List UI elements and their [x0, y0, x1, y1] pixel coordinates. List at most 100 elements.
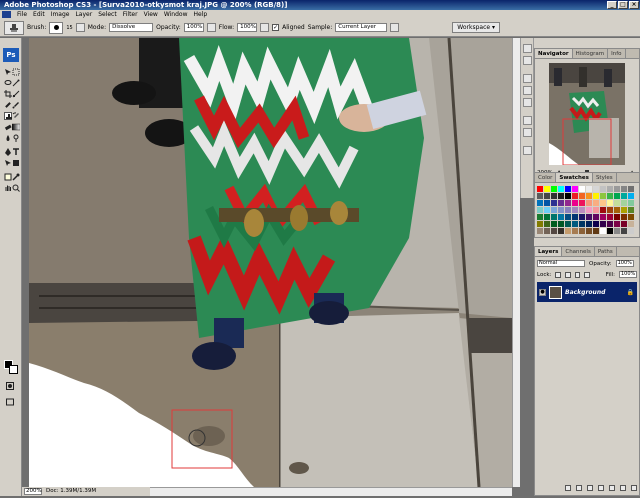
- color-swatch[interactable]: [558, 193, 564, 199]
- color-swatch[interactable]: [607, 193, 613, 199]
- lock-all-icon[interactable]: [584, 271, 590, 278]
- color-swatch[interactable]: [607, 186, 613, 192]
- tab-info[interactable]: Info: [608, 49, 626, 58]
- color-swatch[interactable]: [558, 221, 564, 227]
- color-swatch[interactable]: [600, 221, 606, 227]
- color-swatch[interactable]: [558, 214, 564, 220]
- color-swatch[interactable]: [572, 214, 578, 220]
- blend-mode-select[interactable]: Normal: [537, 260, 585, 267]
- color-swatch[interactable]: [607, 228, 613, 234]
- gradient-tool-icon[interactable]: [12, 123, 20, 131]
- layer-row-background[interactable]: ● Background 🔒: [537, 282, 637, 302]
- color-swatch[interactable]: [628, 214, 634, 220]
- color-swatch[interactable]: [551, 221, 557, 227]
- color-swatch[interactable]: [565, 221, 571, 227]
- color-swatch[interactable]: [565, 228, 571, 234]
- color-swatch[interactable]: [565, 214, 571, 220]
- color-swatch[interactable]: [586, 228, 592, 234]
- brushes-panel-icon[interactable]: [523, 74, 532, 83]
- background-color-swatch[interactable]: [9, 365, 18, 374]
- color-swatch[interactable]: [628, 221, 634, 227]
- color-swatch[interactable]: [565, 200, 571, 206]
- lasso-tool-icon[interactable]: [4, 79, 12, 87]
- menu-filter[interactable]: Filter: [120, 11, 141, 18]
- quick-mask-icon[interactable]: [6, 382, 14, 390]
- color-swatch[interactable]: [600, 214, 606, 220]
- color-swatch[interactable]: [544, 186, 550, 192]
- color-swatch[interactable]: [537, 207, 543, 213]
- color-swatch[interactable]: [551, 193, 557, 199]
- aligned-checkbox[interactable]: ✓: [272, 24, 280, 31]
- ignore-adjustment-layers-button[interactable]: [390, 23, 400, 32]
- marquee-tool-icon[interactable]: [12, 68, 20, 76]
- color-swatch[interactable]: [600, 200, 606, 206]
- color-swatch[interactable]: [614, 186, 620, 192]
- navigator-thumbnail[interactable]: [549, 63, 625, 165]
- color-swatch[interactable]: [621, 200, 627, 206]
- lock-position-icon[interactable]: [574, 271, 581, 278]
- slice-tool-icon[interactable]: [12, 90, 20, 98]
- magic-wand-tool-icon[interactable]: [12, 79, 20, 87]
- paragraph-panel-icon[interactable]: [523, 128, 532, 137]
- color-swatch[interactable]: [572, 221, 578, 227]
- maximize-button[interactable]: □: [618, 1, 628, 9]
- color-swatch[interactable]: [614, 214, 620, 220]
- brush-tool-icon[interactable]: [12, 101, 20, 109]
- type-tool-icon[interactable]: [12, 148, 20, 156]
- path-selection-tool-icon[interactable]: [4, 159, 12, 167]
- tab-channels[interactable]: Channels: [562, 247, 595, 256]
- menu-select[interactable]: Select: [95, 11, 120, 18]
- history-panel-icon[interactable]: [523, 44, 532, 53]
- close-button[interactable]: ×: [629, 1, 639, 9]
- color-swatch[interactable]: [537, 221, 543, 227]
- color-swatch[interactable]: [537, 214, 543, 220]
- brush-picker[interactable]: [49, 21, 64, 34]
- color-swatch[interactable]: [593, 200, 599, 206]
- clone-source-panel-icon[interactable]: [523, 98, 532, 107]
- layer-comps-panel-icon[interactable]: [523, 146, 532, 155]
- color-swatch[interactable]: [551, 207, 557, 213]
- color-swatch[interactable]: [558, 207, 564, 213]
- color-swatch[interactable]: [607, 200, 613, 206]
- tab-histogram[interactable]: Histogram: [573, 49, 609, 58]
- color-swatch[interactable]: [586, 207, 592, 213]
- color-swatch[interactable]: [544, 228, 550, 234]
- color-swatch[interactable]: [579, 200, 585, 206]
- color-swatch[interactable]: [614, 221, 620, 227]
- add-mask-icon[interactable]: [587, 485, 593, 491]
- color-swatch[interactable]: [586, 214, 592, 220]
- color-swatch[interactable]: [551, 186, 557, 192]
- color-swatch[interactable]: [572, 186, 578, 192]
- color-swatch[interactable]: [565, 186, 571, 192]
- color-swatch[interactable]: [558, 228, 564, 234]
- move-tool-icon[interactable]: [4, 68, 12, 76]
- color-swatch[interactable]: [607, 214, 613, 220]
- character-panel-icon[interactable]: [523, 116, 532, 125]
- tab-color[interactable]: Color: [535, 173, 557, 182]
- color-swatch[interactable]: [628, 228, 634, 234]
- horizontal-scrollbar[interactable]: [150, 487, 512, 496]
- color-swatch[interactable]: [593, 193, 599, 199]
- color-swatch[interactable]: [600, 207, 606, 213]
- color-swatch[interactable]: [628, 193, 634, 199]
- minimize-button[interactable]: _: [607, 1, 617, 9]
- tab-navigator[interactable]: Navigator: [535, 49, 573, 58]
- new-group-icon[interactable]: [609, 485, 615, 491]
- color-swatch[interactable]: [600, 186, 606, 192]
- color-swatch[interactable]: [565, 207, 571, 213]
- color-swatch[interactable]: [551, 228, 557, 234]
- menu-layer[interactable]: Layer: [72, 11, 95, 18]
- menu-edit[interactable]: Edit: [30, 11, 48, 18]
- color-swatch[interactable]: [614, 228, 620, 234]
- color-swatch[interactable]: [593, 207, 599, 213]
- color-swatch[interactable]: [572, 200, 578, 206]
- layer-opacity-input[interactable]: 100%: [615, 260, 634, 267]
- color-swatch[interactable]: [593, 214, 599, 220]
- zoom-tool-icon[interactable]: [12, 184, 20, 192]
- lock-transparency-icon[interactable]: [555, 271, 561, 278]
- color-swatch[interactable]: [537, 193, 543, 199]
- color-swatch[interactable]: [586, 186, 592, 192]
- color-swatch[interactable]: [579, 207, 585, 213]
- sample-select[interactable]: Current Layer: [335, 23, 388, 32]
- color-swatch[interactable]: [621, 186, 627, 192]
